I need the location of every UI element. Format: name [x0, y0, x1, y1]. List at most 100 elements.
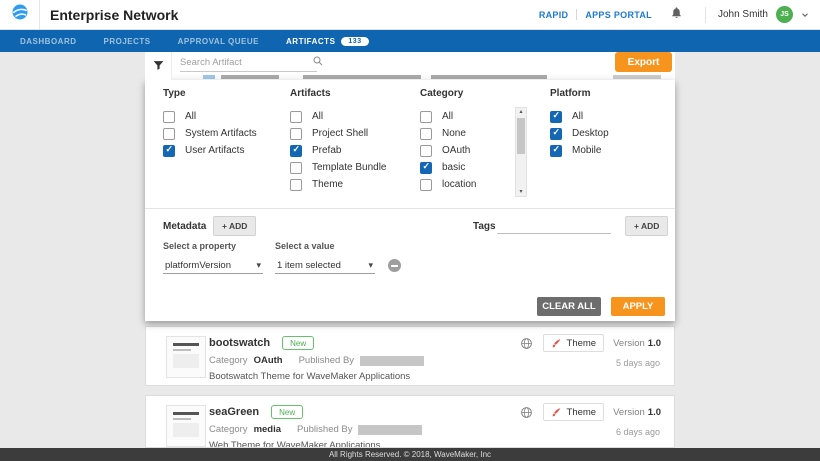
filter-option-label: All	[442, 111, 453, 122]
filter-option-label: All	[572, 111, 583, 122]
filter-group-type: Type All System Artifacts User Artifacts	[163, 88, 257, 159]
add-tag-button[interactable]: + ADD	[625, 216, 668, 236]
nav-item-artifacts[interactable]: ARTIFACTS 133	[286, 37, 369, 46]
filter-option[interactable]: All	[420, 108, 476, 125]
filter-option-label: Project Shell	[312, 128, 368, 139]
publisher-redacted-bar	[358, 425, 422, 435]
remove-metadata-icon[interactable]	[388, 259, 401, 272]
filter-group-artifacts: Artifacts All Project Shell Prefab Templ…	[290, 88, 387, 193]
search-input[interactable]	[180, 57, 312, 68]
header-divider	[576, 9, 577, 20]
avatar[interactable]: JS	[776, 6, 793, 23]
copyright-text: All Rights Reserved. © 2018, WaveMaker, …	[329, 450, 491, 459]
filter-option-label: location	[442, 179, 476, 190]
search-toolbar: Export	[145, 52, 675, 74]
artifact-meta: Category OAuth Published By	[209, 355, 424, 366]
checkbox[interactable]	[163, 145, 175, 157]
category-scrollbar[interactable]	[515, 107, 527, 197]
filter-option[interactable]: Template Bundle	[290, 159, 387, 176]
filter-option[interactable]: OAuth	[420, 142, 476, 159]
filter-option[interactable]: Prefab	[290, 142, 387, 159]
artifact-actions: Theme Version1.0	[520, 334, 661, 352]
wavemaker-logo-icon	[11, 3, 29, 26]
search-icon	[312, 54, 324, 72]
filter-option[interactable]: All	[163, 108, 257, 125]
checkbox[interactable]	[290, 111, 302, 123]
clear-all-button[interactable]: CLEAR ALL	[537, 297, 601, 316]
checkbox[interactable]	[420, 179, 432, 191]
theme-type-chip: Theme	[543, 403, 605, 421]
new-badge: New	[271, 405, 303, 419]
filter-group-platform: Platform All Desktop Mobile	[550, 88, 609, 159]
filter-option-label: Mobile	[572, 145, 601, 156]
checkbox[interactable]	[163, 128, 175, 140]
scrollbar-thumb[interactable]	[517, 118, 525, 154]
checkbox[interactable]	[420, 162, 432, 174]
checkbox[interactable]	[550, 111, 562, 123]
value-dropdown[interactable]: 1 item selected	[275, 257, 375, 274]
artifact-description: Web Theme for WaveMaker Applications	[209, 440, 380, 448]
globe-icon[interactable]	[520, 406, 533, 419]
artifact-age: 6 days ago	[616, 427, 660, 437]
main-nav: DASHBOARD PROJECTS APPROVAL QUEUE ARTIFA…	[0, 30, 820, 52]
checkbox[interactable]	[163, 111, 175, 123]
checkbox[interactable]	[420, 111, 432, 123]
user-menu-button[interactable]	[800, 10, 810, 20]
obscured-row-fragment	[203, 75, 215, 79]
version-info: Version1.0	[613, 407, 661, 418]
filter-option[interactable]: Project Shell	[290, 125, 387, 142]
apps-portal-link[interactable]: APPS PORTAL	[585, 10, 652, 20]
header-right: RAPID APPS PORTAL John Smith JS	[539, 6, 820, 24]
artifact-name[interactable]: bootswatch	[209, 337, 270, 349]
export-button[interactable]: Export	[615, 52, 672, 72]
filter-option[interactable]: None	[420, 125, 476, 142]
tags-input[interactable]	[497, 217, 611, 234]
filter-option-label: OAuth	[442, 145, 470, 156]
checkbox[interactable]	[290, 179, 302, 191]
obscured-row-fragment	[303, 75, 421, 79]
header-divider	[705, 7, 706, 23]
nav-item-projects[interactable]: PROJECTS	[104, 37, 151, 46]
filter-option-label: Template Bundle	[312, 162, 387, 173]
checkbox[interactable]	[290, 145, 302, 157]
filter-option[interactable]: User Artifacts	[163, 142, 257, 159]
filter-option-label: None	[442, 128, 466, 139]
metadata-label: Metadata	[163, 221, 206, 232]
filter-option[interactable]: Desktop	[550, 125, 609, 142]
filter-option[interactable]: location	[420, 176, 476, 193]
artifacts-count-badge: 133	[341, 37, 368, 46]
filter-option[interactable]: Theme	[290, 176, 387, 193]
filter-group-title: Platform	[550, 88, 609, 99]
filter-option[interactable]: All	[550, 108, 609, 125]
add-metadata-button[interactable]: + ADD	[213, 216, 256, 236]
filter-group-title: Type	[163, 88, 257, 99]
filter-group-category: Category All None OAuth basic location	[420, 88, 476, 193]
checkbox[interactable]	[420, 145, 432, 157]
checkbox[interactable]	[550, 145, 562, 157]
checkbox[interactable]	[290, 162, 302, 174]
artifact-card[interactable]: seaGreen New Category media Published By…	[145, 395, 675, 448]
notifications-button[interactable]	[670, 6, 683, 24]
globe-icon[interactable]	[520, 337, 533, 350]
filter-option[interactable]: System Artifacts	[163, 125, 257, 142]
apply-button[interactable]: APPLY	[611, 297, 665, 316]
filter-option[interactable]: basic	[420, 159, 476, 176]
nav-item-approval-queue[interactable]: APPROVAL QUEUE	[178, 37, 259, 46]
checkbox[interactable]	[550, 128, 562, 140]
artifact-card[interactable]: bootswatch New Category OAuth Published …	[145, 326, 675, 386]
scroll-up-icon[interactable]	[516, 108, 526, 116]
filter-toggle-button[interactable]	[145, 50, 172, 80]
filter-option[interactable]: Mobile	[550, 142, 609, 159]
filter-option[interactable]: All	[290, 108, 387, 125]
nav-item-dashboard[interactable]: DASHBOARD	[20, 37, 77, 46]
scroll-down-icon[interactable]	[516, 188, 526, 196]
rapid-link[interactable]: RAPID	[539, 10, 569, 20]
app-logo[interactable]	[0, 0, 40, 29]
app-header: Enterprise Network RAPID APPS PORTAL Joh…	[0, 0, 820, 30]
property-dropdown[interactable]: platformVersion	[163, 257, 263, 274]
filter-option-label: User Artifacts	[185, 145, 244, 156]
artifact-name[interactable]: seaGreen	[209, 406, 259, 418]
publisher-redacted-bar	[360, 356, 424, 366]
checkbox[interactable]	[420, 128, 432, 140]
checkbox[interactable]	[290, 128, 302, 140]
